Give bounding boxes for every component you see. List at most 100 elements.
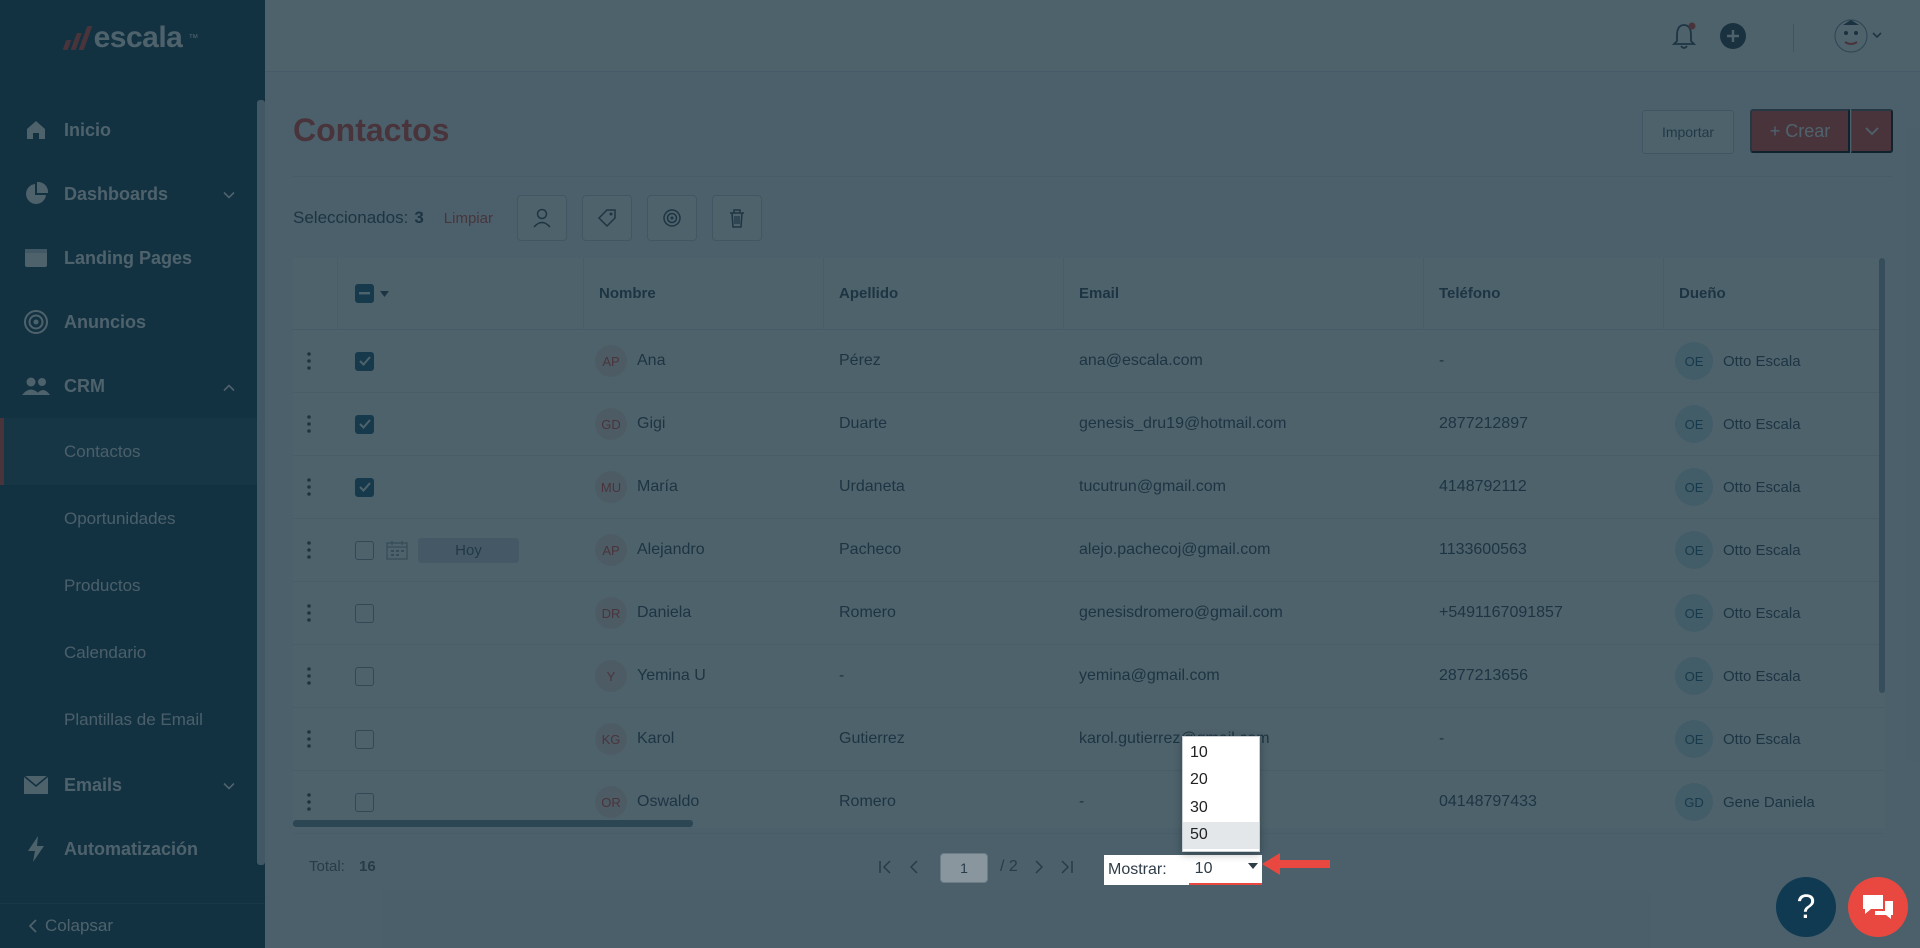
assign-owner-button[interactable] (516, 195, 567, 241)
row-checkbox[interactable] (355, 792, 374, 812)
brand-tm: ™ (188, 32, 199, 44)
user-avatar-menu[interactable] (1833, 19, 1883, 53)
owner-avatar: OE (1675, 594, 1713, 632)
name-cell[interactable]: DR Daniela (595, 582, 691, 644)
sidebar-scrollbar[interactable] (257, 100, 265, 865)
caret-down-icon[interactable] (380, 290, 389, 297)
select-all-checkbox[interactable] (355, 284, 374, 303)
email-cell: yemina@gmail.com (1079, 667, 1220, 684)
row-checkbox[interactable] (355, 477, 374, 497)
page-size-option[interactable]: 30 (1183, 794, 1259, 822)
sidebar-item-crm[interactable]: CRM (0, 354, 257, 418)
sidebar-item-automatizacion[interactable]: Automatización (0, 817, 257, 881)
table-row[interactable]: KG Karol Gutierrez karol.gutierrez@gmail… (293, 708, 1885, 771)
sidebar-subitem-contactos[interactable]: Contactos (0, 418, 257, 485)
row-menu-icon[interactable] (307, 708, 311, 770)
due-tag[interactable]: Hoy (418, 537, 519, 563)
table-row[interactable]: AP Ana Pérez ana@escala.com - OE Otto Es… (293, 330, 1885, 393)
row-menu-icon[interactable] (307, 519, 311, 581)
col-header-email[interactable]: Email (1079, 258, 1119, 329)
phone-cell: 2877212897 (1439, 415, 1528, 432)
name-cell[interactable]: GD Gigi (595, 393, 665, 455)
owner-cell: OE Otto Escala (1675, 330, 1801, 392)
prev-page-icon[interactable] (910, 860, 918, 874)
delete-button[interactable] (711, 195, 762, 241)
table-row[interactable]: Hoy AP Alejandro Pacheco alejo.pachecoj@… (293, 519, 1885, 582)
last-page-icon[interactable] (1061, 860, 1073, 874)
import-button[interactable]: Importar (1642, 110, 1734, 154)
col-header-apellido[interactable]: Apellido (839, 258, 898, 329)
table-row[interactable]: MU María Urdaneta tucutrun@gmail.com 414… (293, 456, 1885, 519)
owner-name: Otto Escala (1723, 352, 1801, 370)
sidebar-item-emails[interactable]: Emails (0, 753, 257, 817)
contact-name: Gigi (637, 415, 666, 432)
notifications-bell-icon[interactable] (1668, 20, 1700, 52)
row-menu-icon[interactable] (307, 645, 311, 707)
row-checkbox[interactable] (355, 540, 374, 560)
email-cell: - (1079, 793, 1085, 810)
row-menu-icon[interactable] (307, 582, 311, 644)
audience-button[interactable] (646, 195, 697, 241)
create-dropdown-button[interactable] (1851, 109, 1893, 153)
row-checkbox[interactable] (355, 729, 374, 749)
table-row[interactable]: GD Gigi Duarte genesis_dru19@hotmail.com… (293, 393, 1885, 456)
sidebar-item-landing-pages[interactable]: Landing Pages (0, 226, 257, 290)
row-checkbox[interactable] (355, 666, 374, 686)
sidebar-item-dashboards[interactable]: Dashboards (0, 162, 257, 226)
brand-logo[interactable]: escala ™ (0, 0, 265, 76)
name-cell[interactable]: AP Ana (595, 330, 665, 392)
name-cell[interactable]: Y Yemina U (595, 645, 706, 707)
sidebar-subitem-oportunidades[interactable]: Oportunidades (0, 485, 257, 552)
create-button[interactable]: + Crear (1750, 109, 1850, 153)
clear-selection-link[interactable]: Limpiar (444, 210, 493, 227)
table-row[interactable]: Y Yemina U - yemina@gmail.com 2877213656… (293, 645, 1885, 708)
sidebar-item-inicio[interactable]: Inicio (0, 98, 257, 162)
sidebar-item-anuncios[interactable]: Anuncios (0, 290, 257, 354)
sidebar-item-label: Automatización (64, 838, 199, 859)
row-menu-icon[interactable] (307, 393, 311, 455)
selection-bar: Seleccionados: 3 Limpiar (293, 194, 777, 242)
contacts-table: Nombre Apellido Email Teléfono Dueño AP … (293, 258, 1885, 834)
row-checkbox[interactable] (355, 351, 374, 371)
vertical-scrollbar[interactable] (1879, 258, 1885, 693)
collapse-label: Colapsar (45, 916, 114, 935)
email-cell: genesisdromero@gmail.com (1079, 604, 1283, 621)
users-icon (22, 372, 50, 400)
help-button[interactable]: ? (1776, 877, 1836, 937)
page-size-control: Mostrar: 10 (1104, 855, 1262, 885)
sidebar-subitem-calendario[interactable]: Calendario (0, 619, 257, 686)
first-page-icon[interactable] (879, 860, 891, 874)
page-size-option[interactable]: 10 (1183, 739, 1259, 767)
page-number-input[interactable]: 1 (940, 853, 988, 883)
page-size-option[interactable]: 50 (1183, 821, 1259, 849)
lastname-cell: Urdaneta (839, 478, 905, 495)
phone-cell: 1133600563 (1439, 541, 1527, 558)
col-header-telefono[interactable]: Teléfono (1439, 258, 1500, 329)
calendar-icon[interactable] (386, 540, 408, 560)
next-page-icon[interactable] (1035, 860, 1043, 874)
add-circle-icon[interactable] (1717, 20, 1749, 52)
select-all-control[interactable] (355, 258, 389, 329)
sidebar-subitem-plantillas[interactable]: Plantillas de Email (0, 686, 257, 753)
lastname-cell: Pérez (839, 352, 881, 369)
caret-down-icon (1248, 863, 1258, 869)
avatar: MU (595, 471, 627, 503)
row-checkbox[interactable] (355, 414, 374, 434)
tag-button[interactable] (581, 195, 632, 241)
collapse-button[interactable]: Colapsar (0, 903, 265, 948)
phone-cell: 2877213656 (1439, 667, 1528, 684)
table-row[interactable]: DR Daniela Romero genesisdromero@gmail.c… (293, 582, 1885, 645)
name-cell[interactable]: KG Karol (595, 708, 674, 770)
name-cell[interactable]: MU María (595, 456, 678, 518)
col-header-dueno[interactable]: Dueño (1679, 258, 1726, 329)
row-checkbox[interactable] (355, 603, 374, 623)
name-cell[interactable]: AP Alejandro (595, 519, 705, 581)
page-size-option[interactable]: 20 (1183, 767, 1259, 795)
chat-button[interactable] (1848, 877, 1908, 937)
horizontal-scrollbar[interactable] (293, 820, 693, 827)
row-menu-icon[interactable] (307, 456, 311, 518)
row-menu-icon[interactable] (307, 330, 311, 392)
col-header-nombre[interactable]: Nombre (599, 258, 656, 329)
page-size-select[interactable]: 10 (1188, 855, 1262, 885)
sidebar-subitem-productos[interactable]: Productos (0, 552, 257, 619)
